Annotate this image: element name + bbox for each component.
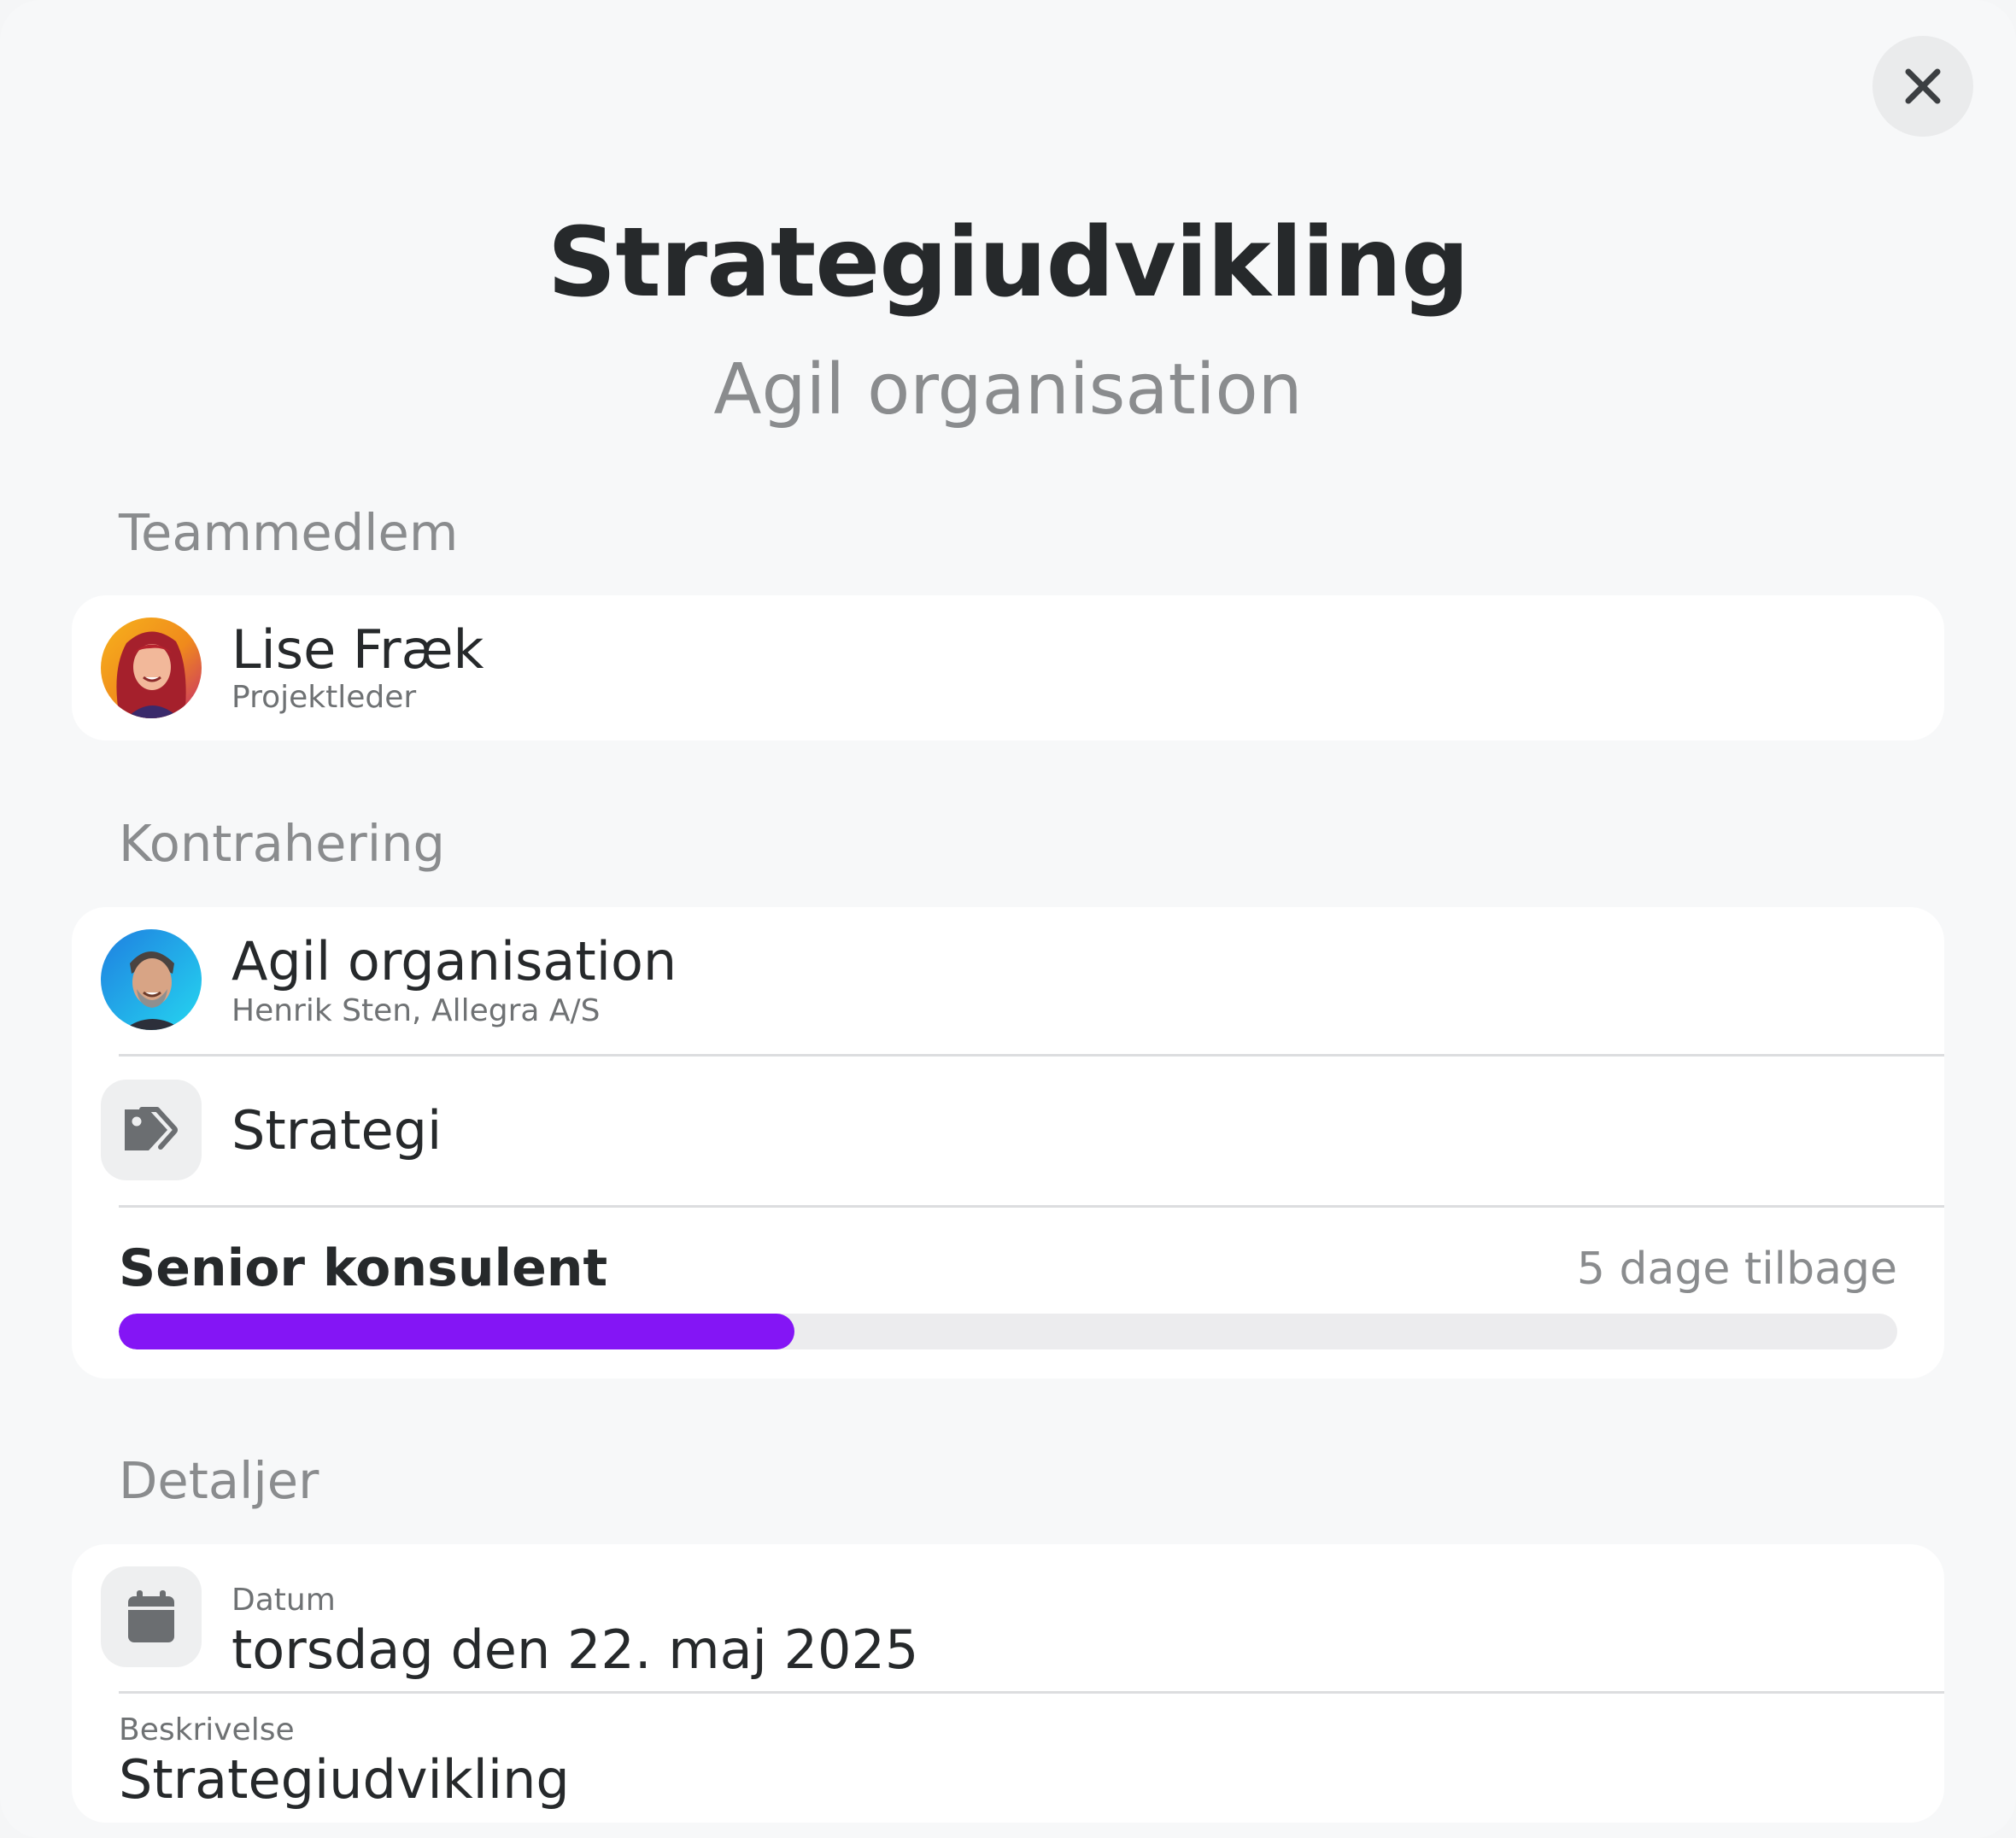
detail-modal: Strategiudvikling Agil organisation Team… — [0, 0, 2016, 1838]
date-value: torsdag den 22. maj 2025 — [231, 1618, 919, 1681]
progress-bar-fill — [119, 1314, 795, 1349]
page-title: Strategiudvikling — [547, 208, 1470, 319]
member-name: Lise Fræk — [231, 618, 484, 681]
role-title: Senior konsulent — [119, 1238, 608, 1298]
divider — [119, 1691, 1944, 1694]
divider — [119, 1054, 1944, 1057]
category-row[interactable]: Strategi — [72, 1057, 1944, 1208]
description-value: Strategiudvikling — [119, 1748, 570, 1811]
tag-icon — [125, 1107, 178, 1150]
avatar — [101, 929, 202, 1030]
role-time-ago: 5 dage tilbage — [1576, 1244, 1897, 1295]
category-icon-box — [101, 1080, 202, 1180]
avatar — [101, 618, 202, 718]
contract-card: Agil organisation Henrik Sten, Allegra A… — [72, 907, 1944, 1378]
client-name: Agil organisation — [231, 930, 677, 992]
team-member-card[interactable]: Lise Fræk Projektleder — [72, 595, 1944, 740]
calendar-icon — [128, 1590, 174, 1642]
close-button[interactable] — [1872, 36, 1973, 137]
client-contact: Henrik Sten, Allegra A/S — [231, 993, 601, 1028]
description-row[interactable]: Beskrivelse Strategiudvikling — [72, 1695, 1944, 1823]
progress-bar — [119, 1314, 1897, 1349]
member-role: Projektleder — [231, 680, 417, 715]
role-row[interactable]: Senior konsulent 5 dage tilbage — [72, 1208, 1944, 1378]
description-label: Beskrivelse — [119, 1712, 295, 1747]
date-label: Datum — [231, 1583, 336, 1618]
client-row[interactable]: Agil organisation Henrik Sten, Allegra A… — [72, 907, 1944, 1057]
page-subtitle: Agil organisation — [713, 349, 1303, 430]
date-icon-box — [101, 1566, 202, 1667]
avatar-image-woman — [101, 618, 202, 718]
details-card: Datum torsdag den 22. maj 2025 Beskrivel… — [72, 1544, 1944, 1823]
date-row[interactable]: Datum torsdag den 22. maj 2025 — [72, 1544, 1944, 1695]
avatar-image-man — [101, 929, 202, 1030]
section-label-team: Teammedlem — [119, 503, 459, 562]
category-label: Strategi — [231, 1099, 442, 1162]
section-label-contract: Kontrahering — [119, 814, 445, 873]
section-label-details: Detaljer — [119, 1451, 319, 1510]
close-icon — [1905, 68, 1941, 104]
